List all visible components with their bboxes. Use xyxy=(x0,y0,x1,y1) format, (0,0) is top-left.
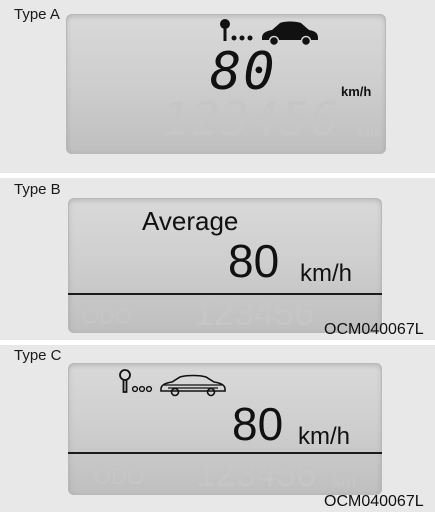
odo-label-type-a: ODO xyxy=(84,116,121,133)
odo-ghost-digits-type-c: 123456 xyxy=(196,453,317,494)
speed-value-type-a: 80 xyxy=(210,42,277,102)
average-title: Average xyxy=(142,206,239,236)
lcd-display-type-c: 80 km/h ODO 123456 km xyxy=(68,363,382,495)
speed-unit-type-c: km/h xyxy=(298,423,351,450)
lcd-display-type-b: Average 80 km/h ODO 123456 xyxy=(68,198,382,333)
type-a-label: Type A xyxy=(14,6,60,23)
panel-type-c: Type C 80 km/h ODO 123456 km OCM040067L xyxy=(0,345,435,512)
dots-icon xyxy=(131,385,153,393)
panel-type-b: Type B Average 80 km/h ODO 123456 OCM040… xyxy=(0,178,435,340)
type-c-label: Type C xyxy=(14,347,62,364)
odo-ghost-digits-type-a: 123456 xyxy=(162,92,341,146)
dots-icon xyxy=(231,35,253,41)
speed-unit-type-b: km/h xyxy=(300,260,353,287)
type-b-label: Type B xyxy=(14,181,61,198)
figure-code-type-b: OCM040067L xyxy=(324,321,424,338)
odo-ghost-digits-type-b: 123456 xyxy=(194,292,315,333)
figure-code-type-c: OCM040067L xyxy=(324,493,424,510)
speed-value-type-b: 80 xyxy=(228,235,280,287)
odo-label-type-c: ODO xyxy=(94,464,145,489)
lcd-display-type-a: 80 km/h ODO 123456 km xyxy=(66,14,386,154)
odo-unit-ghost-type-c: km xyxy=(332,471,356,491)
panel-type-a: Type A 80 km/h ODO 123456 km xyxy=(0,0,435,173)
speed-unit-type-a: km/h xyxy=(341,84,372,99)
odo-unit-ghost-type-a: km xyxy=(358,124,379,140)
odo-label-type-b: ODO xyxy=(82,303,133,328)
speed-value-type-c: 80 xyxy=(232,398,284,450)
car-icon xyxy=(160,374,226,397)
